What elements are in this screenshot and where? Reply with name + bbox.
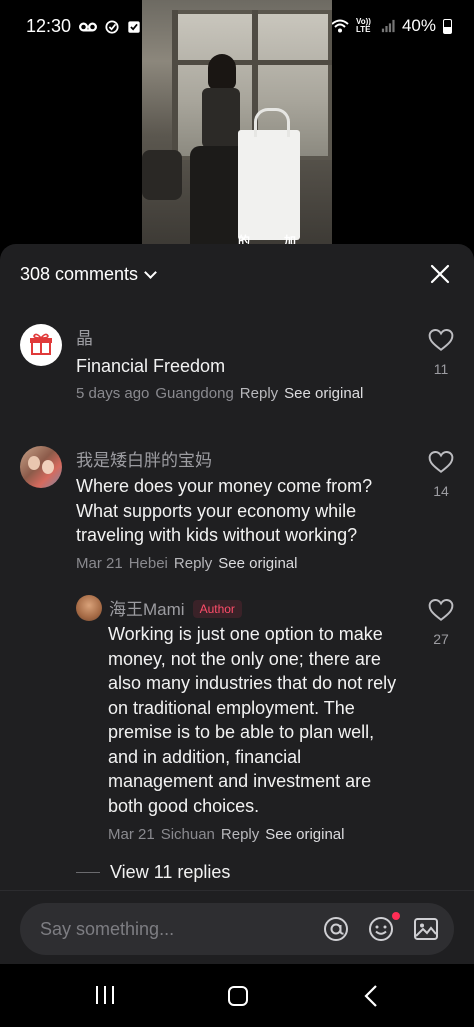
avatar-face (28, 456, 40, 470)
comment-location: Hebei (128, 555, 168, 572)
heart-icon (428, 451, 454, 473)
comments-count-label: 308 comments (20, 264, 139, 284)
recents-icon[interactable] (94, 984, 116, 1006)
reply-time: Mar 21 (108, 826, 155, 843)
commenter-name[interactable]: 海王Mami (109, 600, 185, 619)
reply-location: Sichuan (160, 826, 215, 843)
system-nav-bar (0, 964, 474, 1027)
like-count: 11 (433, 361, 449, 377)
comment-time: Mar 21 (76, 555, 123, 572)
image-icon[interactable] (412, 915, 440, 943)
like-count: 27 (433, 631, 449, 647)
comment-location: Guangdong (155, 385, 234, 402)
battery-icon (443, 18, 452, 34)
status-time: 12:30 (26, 16, 72, 36)
like-button[interactable]: 27 (427, 598, 455, 647)
check-circle-icon (105, 19, 119, 34)
author-badge: Author (192, 600, 242, 618)
reply-button[interactable]: Reply (174, 555, 212, 572)
back-icon[interactable] (362, 984, 380, 1008)
view-replies-label: View 11 replies (110, 862, 231, 882)
comments-sheet: 308 comments 晶 Financial Freedom 5 days … (0, 244, 474, 964)
see-original-button[interactable]: See original (284, 385, 363, 402)
like-button[interactable]: 14 (427, 450, 455, 499)
comment-meta: 5 days ago Guangdong Reply See original (76, 385, 363, 402)
see-original-button[interactable]: See original (218, 555, 297, 572)
chevron-down-icon (144, 265, 157, 279)
comment-text: Financial Freedom (76, 356, 226, 376)
checkbox-icon (128, 20, 140, 33)
comments-count-button[interactable]: 308 comments (20, 264, 157, 285)
gift-icon (30, 333, 52, 355)
view-replies-button[interactable]: View 11 replies (76, 862, 230, 883)
video-hair (208, 54, 236, 90)
comment-input[interactable]: Say something... (20, 903, 454, 955)
heart-icon (428, 329, 454, 351)
video-player[interactable]: 的 加 (142, 0, 332, 246)
avatar[interactable] (76, 595, 102, 621)
video-chair (142, 150, 182, 200)
wifi-icon (331, 19, 349, 33)
notification-dot (392, 912, 400, 920)
reply-author-line: 海王Mami Author (109, 595, 242, 620)
heart-icon (428, 599, 454, 621)
at-icon[interactable] (322, 915, 350, 943)
comment-input-bar: Say something... (0, 890, 474, 964)
commenter-name[interactable]: 我是矮白胖的宝妈 (76, 446, 212, 471)
comment-meta: Mar 21 Hebei Reply See original (76, 555, 297, 572)
like-count: 14 (433, 483, 449, 499)
close-icon[interactable] (428, 262, 452, 286)
see-original-button[interactable]: See original (265, 826, 344, 843)
input-placeholder: Say something... (40, 919, 175, 939)
avatar-face (42, 460, 54, 474)
status-left: 12:30 (26, 16, 141, 37)
emoji-icon[interactable] (367, 915, 395, 943)
comment-text: Where does your money come from? What su… (76, 476, 373, 545)
commenter-name[interactable]: 晶 (76, 324, 93, 349)
comments-header: 308 comments (0, 244, 474, 304)
divider (76, 872, 100, 873)
comment-time: 5 days ago (76, 385, 150, 402)
reply-text: Working is just one option to make money… (108, 624, 397, 816)
volte-label: Vo)) LTE (355, 17, 371, 34)
reply-button[interactable]: Reply (221, 826, 259, 843)
reply-button[interactable]: Reply (240, 385, 278, 402)
avatar[interactable] (20, 324, 62, 366)
video-shopping-bag (238, 108, 300, 240)
reply-meta: Mar 21 Sichuan Reply See original (108, 826, 344, 843)
battery-percent: 40% (401, 16, 436, 35)
like-button[interactable]: 11 (427, 328, 455, 377)
home-icon[interactable] (226, 984, 250, 1008)
video-torso (202, 88, 240, 148)
avatar[interactable] (20, 446, 62, 488)
signal-icon (381, 19, 395, 33)
voicemail-icon (79, 22, 98, 31)
